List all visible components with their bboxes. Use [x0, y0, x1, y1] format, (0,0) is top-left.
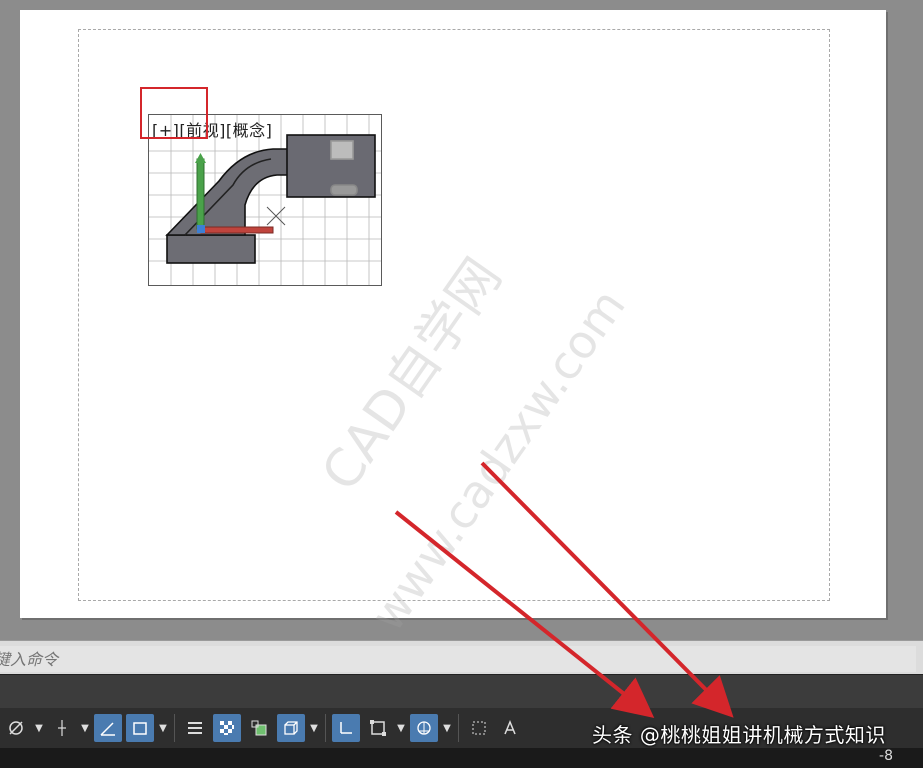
- bottom-right-text: -8: [879, 748, 893, 764]
- annotation-dropdown-icon[interactable]: ▼: [394, 714, 408, 742]
- layout-tabs-strip: [0, 674, 923, 709]
- command-input[interactable]: [0, 646, 916, 672]
- gizmo-icon[interactable]: [332, 714, 360, 742]
- customize-icon[interactable]: [561, 714, 589, 742]
- dynamic-ucs-icon[interactable]: [94, 714, 122, 742]
- 3d-snap-dropdown-icon[interactable]: ▼: [307, 714, 321, 742]
- snap-dropdown-icon[interactable]: ▼: [78, 714, 92, 742]
- object-snap-tracking-icon[interactable]: [48, 714, 76, 742]
- layout-viewport[interactable]: [+][前视][概念]: [148, 114, 382, 286]
- command-line: [0, 640, 923, 674]
- lineweight-icon[interactable]: [181, 714, 209, 742]
- polar-dropdown-icon[interactable]: ▼: [32, 714, 46, 742]
- crosshair: [266, 206, 286, 226]
- source-watermark: 头条 @桃桃姐姐讲机械方式知识: [592, 723, 886, 747]
- polar-tracking-icon[interactable]: [2, 714, 30, 742]
- selection-cycling-icon[interactable]: [245, 714, 273, 742]
- quick-properties-icon[interactable]: [465, 714, 493, 742]
- bottom-strip: -8: [0, 748, 923, 768]
- units-dropdown-icon[interactable]: ▼: [440, 714, 454, 742]
- dynamic-input-icon[interactable]: [126, 714, 154, 742]
- highlight-box: [140, 87, 208, 139]
- transparency-icon[interactable]: [213, 714, 241, 742]
- 3d-object-snap-icon[interactable]: [277, 714, 305, 742]
- annotation-scale-icon[interactable]: [497, 714, 525, 742]
- dynamic-input-dropdown-icon[interactable]: ▼: [156, 714, 170, 742]
- units-icon[interactable]: [410, 714, 438, 742]
- annotation-monitor-icon[interactable]: [364, 714, 392, 742]
- workspace-icon[interactable]: [529, 714, 557, 742]
